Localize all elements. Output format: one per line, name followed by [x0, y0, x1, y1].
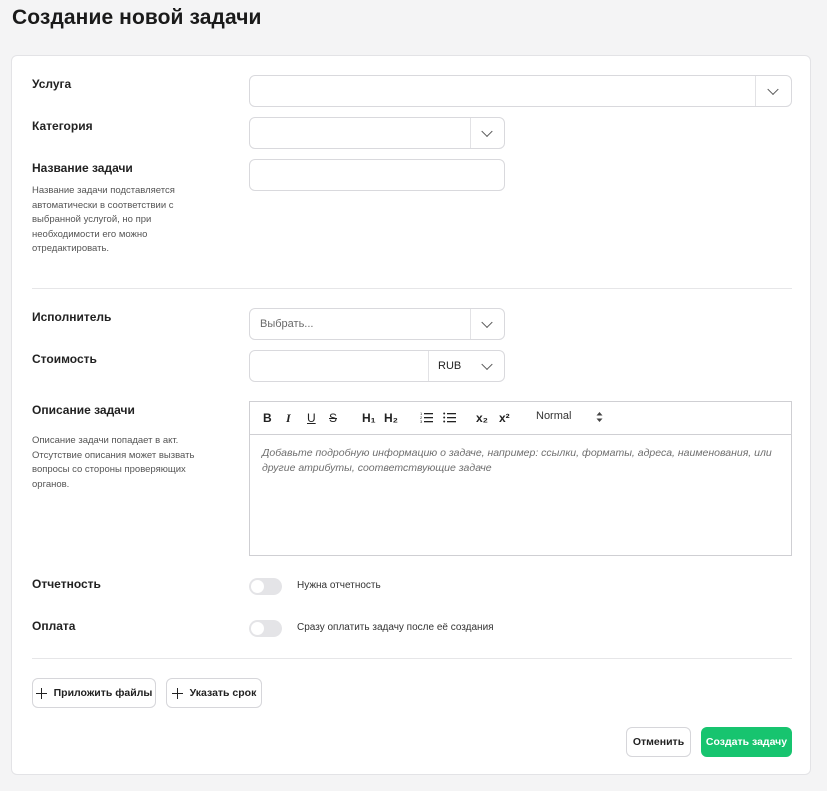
set-deadline-label: Указать срок	[189, 687, 257, 699]
task-form-card: Услуга Категория Название задачи Названи…	[11, 55, 811, 775]
attach-files-button[interactable]: Приложить файлы	[32, 678, 156, 708]
category-label: Категория	[32, 119, 93, 133]
editor-toolbar: B I U S H₁ H₂ 123 x₂ x² Normal	[250, 402, 791, 435]
description-editor[interactable]: B I U S H₁ H₂ 123 x₂ x² Normal Добавьте …	[249, 401, 792, 556]
heading1-button[interactable]: H₁	[362, 410, 376, 426]
strikethrough-button[interactable]: S	[329, 410, 337, 426]
svg-text:3: 3	[420, 419, 423, 423]
chevron-down-icon[interactable]	[481, 358, 493, 371]
payment-toggle[interactable]	[249, 620, 282, 637]
task-name-label: Название задачи	[32, 161, 133, 175]
description-hint: Описание задачи попадает в акт. Отсутств…	[32, 435, 195, 490]
section-divider	[32, 288, 792, 289]
payment-toggle-label: Сразу оплатить задачу после её создания	[297, 622, 494, 633]
assignee-placeholder: Выбрать...	[260, 318, 314, 330]
heading2-button[interactable]: H₂	[384, 410, 398, 426]
ordered-list-icon[interactable]: 123	[420, 411, 433, 427]
cost-field[interactable]: RUB	[249, 350, 505, 382]
select-divider	[470, 309, 471, 339]
reporting-toggle-label: Нужна отчетность	[297, 580, 381, 591]
task-name-hint: Название задачи подставляется автоматиче…	[32, 185, 175, 254]
create-task-button[interactable]: Создать задачу	[701, 727, 792, 757]
reporting-label: Отчетность	[32, 577, 101, 591]
category-select[interactable]	[249, 117, 505, 149]
subscript-button[interactable]: x₂	[476, 410, 488, 426]
toggle-knob	[251, 580, 264, 593]
bullet-list-icon[interactable]	[443, 411, 456, 427]
select-divider	[470, 118, 471, 148]
cost-label: Стоимость	[32, 352, 97, 366]
currency-select-value[interactable]: RUB	[438, 360, 461, 372]
page-title: Создание новой задачи	[12, 6, 262, 29]
plus-icon	[171, 687, 183, 699]
select-arrows-icon[interactable]	[596, 411, 603, 427]
chevron-down-icon[interactable]	[767, 83, 779, 96]
description-label: Описание задачи	[32, 403, 135, 417]
service-select[interactable]	[249, 75, 792, 107]
attach-files-label: Приложить файлы	[53, 687, 153, 699]
italic-button[interactable]: I	[286, 410, 291, 426]
assignee-select[interactable]: Выбрать...	[249, 308, 505, 340]
select-divider	[428, 351, 429, 381]
underline-button[interactable]: U	[307, 410, 316, 426]
chevron-down-icon[interactable]	[481, 316, 493, 329]
task-name-input[interactable]	[249, 159, 505, 191]
select-divider	[755, 76, 756, 106]
description-placeholder: Добавьте подробную информацию о задаче, …	[262, 447, 772, 474]
payment-label: Оплата	[32, 619, 76, 633]
assignee-label: Исполнитель	[32, 310, 112, 324]
plus-icon	[35, 687, 47, 699]
service-label: Услуга	[32, 77, 72, 91]
text-format-select[interactable]: Normal	[536, 410, 571, 422]
reporting-toggle[interactable]	[249, 578, 282, 595]
toggle-knob	[251, 622, 264, 635]
superscript-button[interactable]: x²	[499, 410, 510, 426]
section-divider	[32, 658, 792, 659]
bold-button[interactable]: B	[263, 410, 272, 426]
chevron-down-icon[interactable]	[481, 125, 493, 138]
set-deadline-button[interactable]: Указать срок	[166, 678, 262, 708]
cancel-button[interactable]: Отменить	[626, 727, 691, 757]
